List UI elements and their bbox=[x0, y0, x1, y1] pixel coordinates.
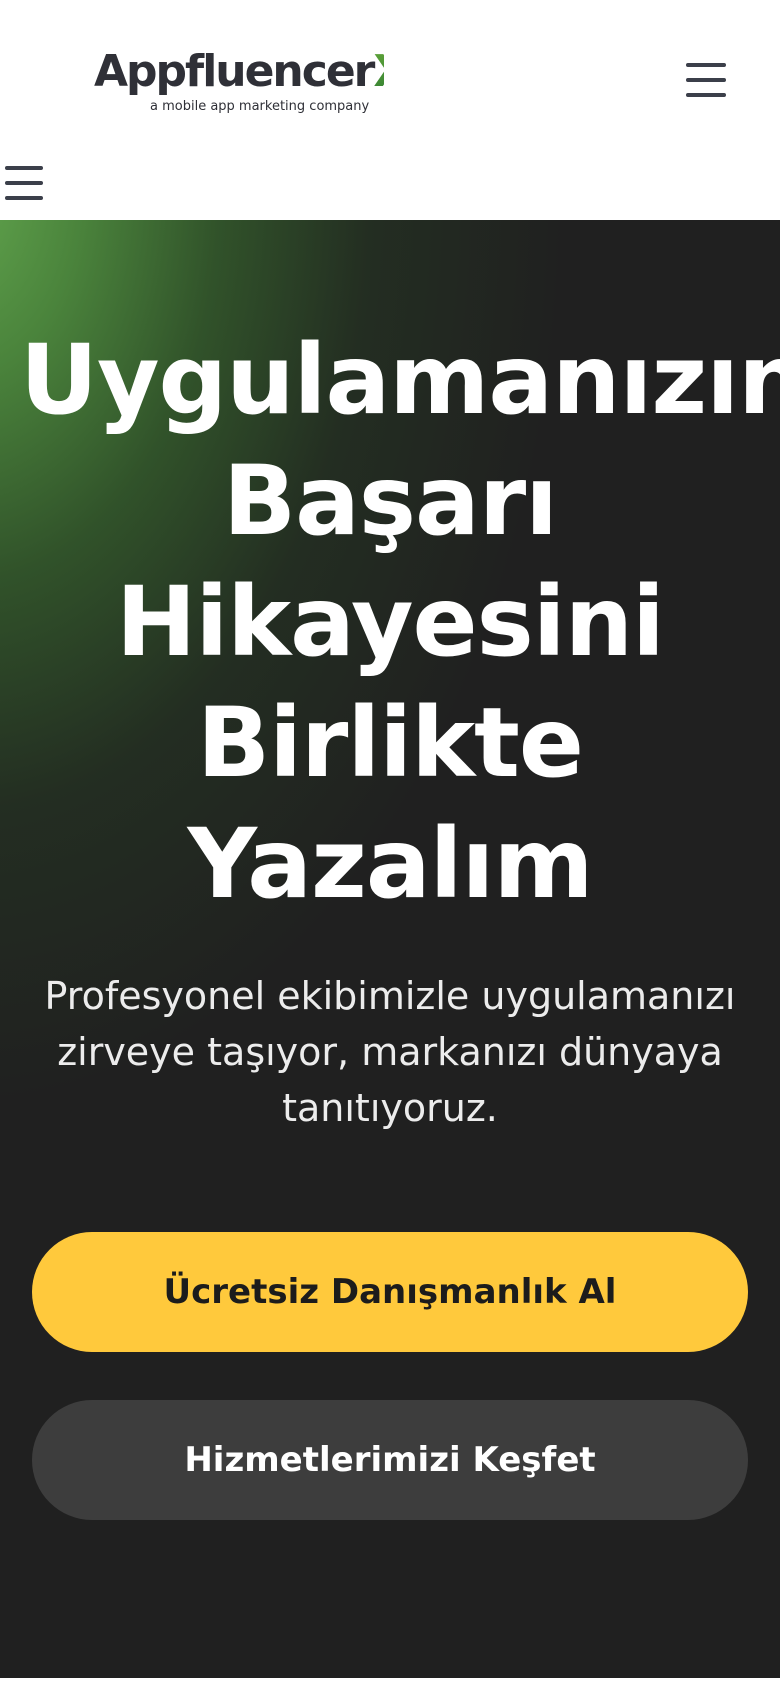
menu-bar bbox=[686, 78, 726, 82]
site-header: AppfluencerX a mobile app marketing comp… bbox=[0, 0, 780, 220]
logo-tagline: a mobile app marketing company bbox=[150, 99, 370, 114]
menu-bar bbox=[5, 166, 43, 170]
hero-title: Uygulamanızın Başarı Hikayesini Birlikte… bbox=[20, 324, 780, 920]
menu-bar bbox=[5, 196, 43, 200]
svg-text:AppfluencerX: AppfluencerX bbox=[94, 46, 384, 97]
menu-bar bbox=[5, 181, 43, 185]
logo-brand-suffix: X bbox=[373, 46, 384, 97]
appfluencerx-logo[interactable]: AppfluencerX a mobile app marketing comp… bbox=[94, 44, 384, 120]
secondary-hamburger-menu-icon[interactable] bbox=[5, 166, 43, 200]
hero-section: Uygulamanızın Başarı Hikayesini Birlikte… bbox=[0, 220, 780, 1678]
explore-services-button[interactable]: Hizmetlerimizi Keşfet bbox=[32, 1400, 748, 1520]
free-consultation-button[interactable]: Ücretsiz Danışmanlık Al bbox=[32, 1232, 748, 1352]
hero-subtitle: Profesyonel ekibimizle uygulamanızı zirv… bbox=[44, 974, 736, 1130]
logo-brand-prefix: Appfluencer bbox=[94, 46, 376, 97]
menu-bar bbox=[686, 93, 726, 97]
hamburger-menu-icon[interactable] bbox=[686, 63, 726, 97]
menu-bar bbox=[686, 63, 726, 67]
